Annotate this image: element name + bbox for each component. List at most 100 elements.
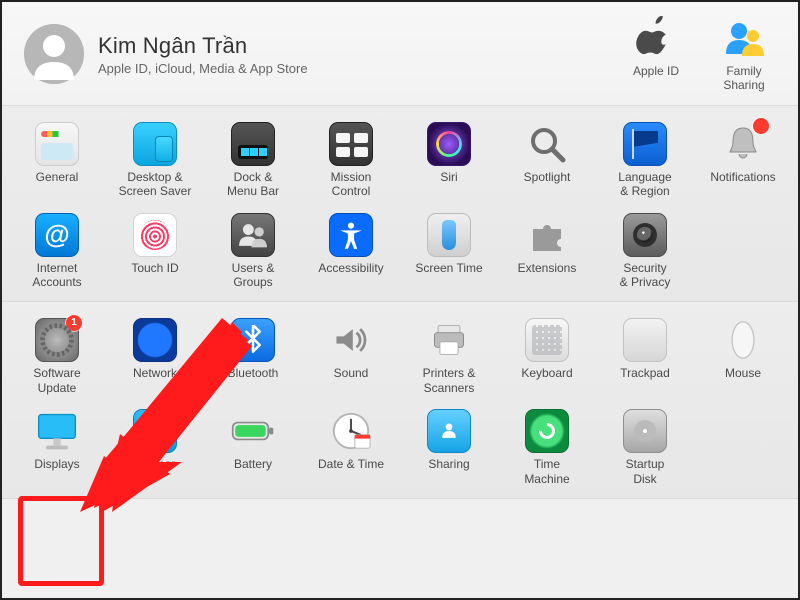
pref-security-label-1: Security: [620, 261, 671, 275]
pref-internet-accounts[interactable]: @ Internet Accounts: [8, 207, 106, 294]
pref-software-update[interactable]: 1 Software Update: [8, 312, 106, 399]
pref-displays-label: Displays: [34, 457, 79, 471]
pref-sharing[interactable]: Sharing: [400, 403, 498, 490]
pref-language-label-1: Language: [618, 170, 671, 184]
pref-mission-control[interactable]: Mission Control: [302, 116, 400, 203]
pref-sidecar[interactable]: Sidecar: [106, 403, 204, 490]
pref-network-label: Network: [133, 366, 177, 380]
general-icon: [35, 122, 79, 166]
pref-bluetooth-label: Bluetooth: [228, 366, 279, 380]
user-info-block[interactable]: Kim Ngân Trần Apple ID, iCloud, Media & …: [24, 24, 308, 84]
pref-dock-label-1: Dock &: [227, 170, 279, 184]
mission-control-icon: [329, 122, 373, 166]
pref-swupdate-label-1: Software: [33, 366, 80, 380]
apple-id-label: Apple ID: [633, 64, 679, 78]
pref-printers-scanners[interactable]: Printers & Scanners: [400, 312, 498, 399]
pref-dock-label-2: Menu Bar: [227, 184, 279, 198]
pref-siri[interactable]: Siri: [400, 116, 498, 203]
pref-bluetooth[interactable]: Bluetooth: [204, 312, 302, 399]
pref-datetime-label: Date & Time: [318, 457, 384, 471]
pref-security-privacy[interactable]: Security & Privacy: [596, 207, 694, 294]
header: Kim Ngân Trần Apple ID, iCloud, Media & …: [2, 2, 798, 106]
sharing-icon: [427, 409, 471, 453]
network-icon: [133, 318, 177, 362]
pref-tm-label-2: Machine: [524, 472, 569, 486]
family-sharing-label-1: Family: [726, 64, 761, 78]
touch-id-icon: [133, 213, 177, 257]
family-sharing-icon: [722, 16, 766, 60]
pref-mouse-label: Mouse: [725, 366, 761, 380]
user-name: Kim Ngân Trần: [98, 33, 308, 59]
pref-printers-label-1: Printers &: [423, 366, 476, 380]
family-sharing-button[interactable]: Family Sharing: [712, 16, 776, 93]
pref-general[interactable]: General: [8, 116, 106, 203]
pref-sharing-label: Sharing: [428, 457, 469, 471]
sound-icon: [329, 318, 373, 362]
pref-extensions[interactable]: Extensions: [498, 207, 596, 294]
prefs-section-1: General Desktop & Screen Saver Dock & Me…: [2, 106, 798, 303]
printers-icon: [427, 318, 471, 362]
pref-extensions-label: Extensions: [518, 261, 577, 275]
user-subtitle: Apple ID, iCloud, Media & App Store: [98, 61, 308, 76]
pref-internet-label-2: Accounts: [32, 275, 81, 289]
pref-spotlight[interactable]: Spotlight: [498, 116, 596, 203]
bluetooth-icon: [231, 318, 275, 362]
prefs-section-2: 1 Software Update Network Bluetooth: [2, 302, 798, 499]
pref-desktop-label-1: Desktop &: [119, 170, 192, 184]
extensions-icon: [525, 213, 569, 257]
pref-touchid-label: Touch ID: [131, 261, 178, 275]
pref-screen-time[interactable]: Screen Time: [400, 207, 498, 294]
pref-displays[interactable]: Displays: [8, 403, 106, 490]
time-machine-icon: [525, 409, 569, 453]
pref-keyboard[interactable]: Keyboard: [498, 312, 596, 399]
date-time-icon: [329, 409, 373, 453]
sidecar-icon: [133, 409, 177, 453]
pref-battery[interactable]: Battery: [204, 403, 302, 490]
trackpad-icon: [623, 318, 667, 362]
pref-network[interactable]: Network: [106, 312, 204, 399]
pref-tm-label-1: Time: [524, 457, 569, 471]
pref-notifications[interactable]: Notifications: [694, 116, 792, 203]
pref-swupdate-label-2: Update: [33, 381, 80, 395]
pref-startup-disk[interactable]: Startup Disk: [596, 403, 694, 490]
pref-users-label-2: Groups: [232, 275, 275, 289]
pref-language-region[interactable]: Language & Region: [596, 116, 694, 203]
mouse-icon: [721, 318, 765, 362]
accessibility-icon: [329, 213, 373, 257]
startup-disk-icon: [623, 409, 667, 453]
pref-language-label-2: & Region: [618, 184, 671, 198]
language-region-icon: [623, 122, 667, 166]
pref-users-groups[interactable]: Users & Groups: [204, 207, 302, 294]
pref-dock-menubar[interactable]: Dock & Menu Bar: [204, 116, 302, 203]
annotation-highlight: [18, 496, 104, 586]
pref-notifications-label: Notifications: [710, 170, 775, 184]
notifications-badge: [753, 118, 769, 134]
pref-date-time[interactable]: Date & Time: [302, 403, 400, 490]
pref-sound[interactable]: Sound: [302, 312, 400, 399]
pref-siri-label: Siri: [440, 170, 457, 184]
pref-trackpad-label: Trackpad: [620, 366, 670, 380]
pref-trackpad[interactable]: Trackpad: [596, 312, 694, 399]
dock-icon: [231, 122, 275, 166]
apple-id-button[interactable]: Apple ID: [624, 16, 688, 78]
pref-desktop-label-2: Screen Saver: [119, 184, 192, 198]
pref-security-label-2: & Privacy: [620, 275, 671, 289]
system-preferences-window: Kim Ngân Trần Apple ID, iCloud, Media & …: [0, 0, 800, 600]
software-update-badge: 1: [66, 315, 82, 331]
siri-icon: [427, 122, 471, 166]
software-update-icon: 1: [35, 318, 79, 362]
pref-desktop-screensaver[interactable]: Desktop & Screen Saver: [106, 116, 204, 203]
pref-sidecar-label: Sidecar: [135, 457, 176, 471]
security-icon: [623, 213, 667, 257]
battery-icon: [231, 409, 275, 453]
pref-time-machine[interactable]: Time Machine: [498, 403, 596, 490]
pref-mission-label-2: Control: [331, 184, 372, 198]
pref-mouse[interactable]: Mouse: [694, 312, 792, 399]
pref-accessibility[interactable]: Accessibility: [302, 207, 400, 294]
pref-touch-id[interactable]: Touch ID: [106, 207, 204, 294]
pref-keyboard-label: Keyboard: [521, 366, 572, 380]
pref-startup-label-1: Startup: [626, 457, 665, 471]
pref-battery-label: Battery: [234, 457, 272, 471]
pref-accessibility-label: Accessibility: [318, 261, 383, 275]
displays-icon: [35, 409, 79, 453]
